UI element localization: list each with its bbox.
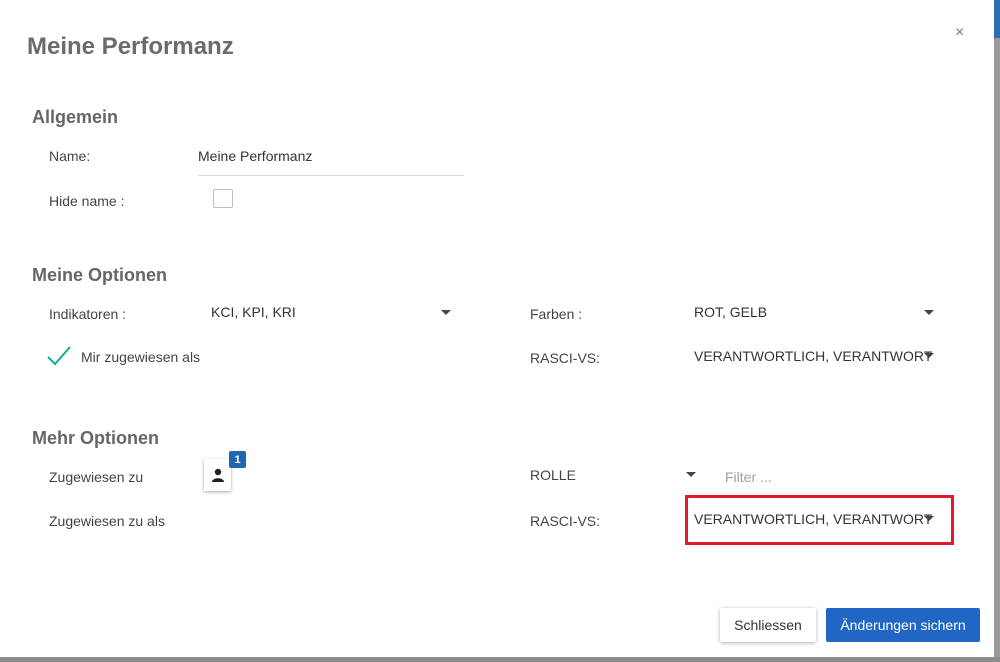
user-icon bbox=[211, 468, 224, 482]
assigned-to-label: Zugewiesen zu bbox=[49, 469, 144, 485]
colors-label: Farben : bbox=[530, 306, 583, 322]
role-label: ROLLE bbox=[530, 467, 576, 483]
background-edge bbox=[994, 0, 1000, 662]
hide-name-checkbox[interactable] bbox=[213, 189, 233, 208]
hide-name-label: Hide name : bbox=[49, 193, 125, 209]
section-general-heading: Allgemein bbox=[32, 107, 119, 127]
indicators-caret-down-icon[interactable] bbox=[441, 310, 451, 315]
rasci-vs-label-2: RASCI-VS: bbox=[530, 513, 601, 529]
colors-select-value[interactable]: ROT, GELB bbox=[694, 304, 767, 320]
highlight-box bbox=[685, 495, 954, 545]
background-bottom-edge bbox=[0, 657, 1000, 662]
indicators-label: Indikatoren : bbox=[49, 306, 127, 322]
indicators-select-value[interactable]: KCI, KPI, KRI bbox=[211, 304, 296, 320]
name-input[interactable]: Meine Performanz bbox=[198, 148, 312, 164]
rasci-caret-down-icon[interactable] bbox=[924, 353, 934, 358]
rasci-label: RASCI-VS: bbox=[530, 350, 601, 366]
dialog: Meine Performanz × Allgemein Name: Meine… bbox=[0, 0, 994, 657]
section-more-options-heading: Mehr Optionen bbox=[32, 428, 159, 448]
assigned-as-label: Zugewiesen zu als bbox=[49, 513, 165, 529]
dialog-title: Meine Performanz bbox=[27, 33, 234, 60]
close-button[interactable]: Schliessen bbox=[720, 608, 816, 642]
close-icon[interactable]: × bbox=[955, 24, 964, 42]
filter-input[interactable]: Filter ... bbox=[725, 469, 772, 485]
name-input-underline bbox=[198, 175, 464, 176]
section-my-options-heading: Meine Optionen bbox=[32, 265, 167, 285]
background-accent bbox=[994, 0, 1000, 38]
colors-caret-down-icon[interactable] bbox=[924, 310, 934, 315]
name-label: Name: bbox=[49, 148, 91, 164]
save-button[interactable]: Änderungen sichern bbox=[826, 608, 980, 642]
checkmark-icon[interactable] bbox=[46, 345, 72, 372]
assign-user-button[interactable] bbox=[204, 459, 231, 491]
assigned-count-badge: 1 bbox=[229, 451, 246, 468]
role-caret-down-icon[interactable] bbox=[686, 472, 696, 477]
assigned-check-label: Mir zugewiesen als bbox=[81, 349, 201, 365]
rasci-select-value[interactable]: VERANTWORTLICH, VERANTWORT bbox=[694, 348, 932, 364]
